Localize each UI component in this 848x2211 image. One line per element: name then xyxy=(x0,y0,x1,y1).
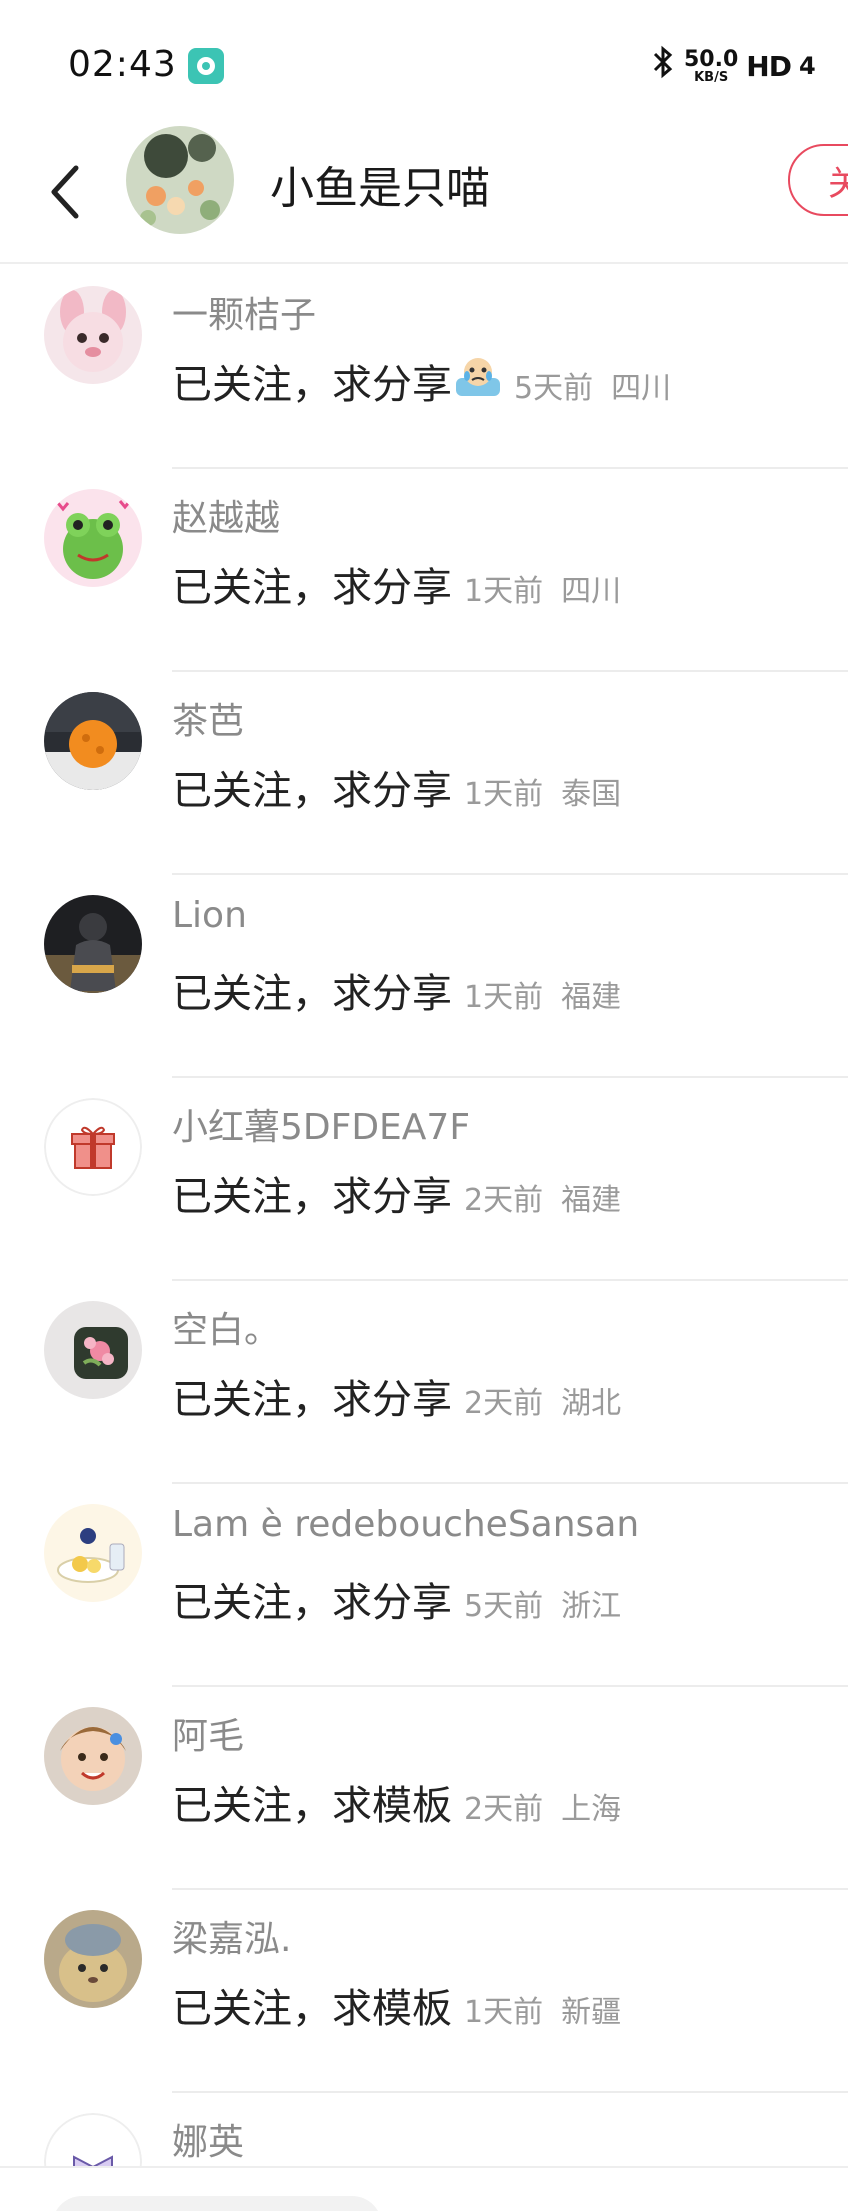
comment-time: 2天前 xyxy=(464,1386,544,1421)
username[interactable]: Lam è redeboucheSansan xyxy=(172,1504,639,1545)
hd-badge: HD xyxy=(746,49,792,83)
signal-indicator: 4 xyxy=(798,52,816,80)
comment-body: 已关注，求模板 1天前 新疆 xyxy=(172,1976,621,2034)
comment-text: 已关注，求分享 xyxy=(172,362,452,408)
comment-item[interactable]: Lam è redeboucheSansan 已关注，求分享 5天前 浙江 xyxy=(0,1484,848,1687)
comment-text: 已关注，求模板 xyxy=(172,1986,452,2032)
username[interactable]: Lion xyxy=(172,895,247,936)
page-title: 小鱼是只喵 xyxy=(270,163,490,214)
user-avatar[interactable] xyxy=(44,1504,142,1602)
username[interactable]: 娜英 xyxy=(172,2113,244,2165)
comment-region: 泰国 xyxy=(561,777,622,812)
comment-item[interactable]: 小红薯5DFDEA7F 已关注，求分享 2天前 福建 xyxy=(0,1078,848,1281)
comment-text: 已关注，求分享 xyxy=(172,768,452,814)
comment-body: 已关注，求分享 1天前 泰国 xyxy=(172,758,621,816)
follow-button[interactable]: 关 xyxy=(788,144,848,216)
comment-region: 四川 xyxy=(561,574,622,609)
comment-region: 湖北 xyxy=(561,1386,622,1421)
comment-region: 新疆 xyxy=(561,1995,622,2030)
comment-item[interactable]: 一颗桔子 已关注，求分享 5天前 四川 xyxy=(0,266,848,469)
username[interactable]: 一颗桔子 xyxy=(172,286,316,338)
user-avatar[interactable] xyxy=(44,895,142,993)
user-avatar[interactable] xyxy=(44,692,142,790)
comment-list: 一颗桔子 已关注，求分享 5天前 四川 赵越越 已关注，求分享 1天前 四川 茶… xyxy=(0,266,848,2211)
comment-body: 已关注，求分享 5天前 浙江 xyxy=(172,1570,621,1628)
comment-text: 已关注，求分享 xyxy=(172,971,452,1017)
crying-emoji-icon xyxy=(454,354,502,398)
username[interactable]: 赵越越 xyxy=(172,489,280,541)
music-app-icon xyxy=(188,48,224,84)
comment-item[interactable]: 茶芭 已关注，求分享 1天前 泰国 xyxy=(0,672,848,875)
comment-item[interactable]: 空白。 已关注，求分享 2天前 湖北 xyxy=(0,1281,848,1484)
user-avatar[interactable] xyxy=(44,1098,142,1196)
comment-time: 1天前 xyxy=(464,980,544,1015)
username[interactable]: 空白。 xyxy=(172,1301,280,1353)
comment-region: 福建 xyxy=(561,980,622,1015)
comment-text: 已关注，求分享 xyxy=(172,1174,452,1220)
header: 小鱼是只喵 关 xyxy=(0,120,848,264)
user-avatar[interactable] xyxy=(44,1301,142,1399)
follow-button-label: 关 xyxy=(828,163,848,204)
back-button[interactable] xyxy=(36,150,96,234)
comment-body: 已关注，求分享 5天前 四川 xyxy=(172,352,671,410)
status-bar: 02:43 50.0 KB/S HD 4 xyxy=(0,0,848,120)
user-avatar[interactable] xyxy=(44,1910,142,2008)
comment-text: 已关注，求分享 xyxy=(172,1580,452,1626)
status-time: 02:43 xyxy=(68,44,177,85)
comment-region: 福建 xyxy=(561,1183,622,1218)
network-speed-unit: KB/S xyxy=(694,69,729,85)
comment-text: 已关注，求模板 xyxy=(172,1783,452,1829)
comment-time: 1天前 xyxy=(464,574,544,609)
comment-item[interactable]: 梁嘉泓. 已关注，求模板 1天前 新疆 xyxy=(0,1890,848,2093)
comment-body: 已关注，求分享 2天前 湖北 xyxy=(172,1367,621,1425)
comment-region: 上海 xyxy=(561,1792,622,1827)
user-avatar[interactable] xyxy=(44,286,142,384)
network-speed: 50.0 KB/S xyxy=(684,46,739,85)
bluetooth-icon xyxy=(652,45,676,87)
user-avatar[interactable] xyxy=(44,1707,142,1805)
chevron-left-icon xyxy=(51,165,79,219)
comment-item[interactable]: 阿毛 已关注，求模板 2天前 上海 xyxy=(0,1687,848,1890)
comment-region: 浙江 xyxy=(561,1589,622,1624)
comment-body: 已关注，求分享 2天前 福建 xyxy=(172,1164,621,1222)
username[interactable]: 阿毛 xyxy=(172,1707,244,1759)
comment-body: 已关注，求分享 1天前 福建 xyxy=(172,961,621,1019)
bottom-bar xyxy=(0,2166,848,2211)
status-indicators: 50.0 KB/S HD 4 xyxy=(652,45,816,87)
author-avatar[interactable] xyxy=(126,126,234,234)
comment-time: 1天前 xyxy=(464,1995,544,2030)
comment-time: 2天前 xyxy=(464,1792,544,1827)
comment-item[interactable]: Lion 已关注，求分享 1天前 福建 xyxy=(0,875,848,1078)
comment-body: 已关注，求模板 2天前 上海 xyxy=(172,1773,621,1831)
username[interactable]: 茶芭 xyxy=(172,692,244,744)
network-speed-value: 50.0 xyxy=(684,46,739,72)
comment-item[interactable]: 赵越越 已关注，求分享 1天前 四川 xyxy=(0,469,848,672)
username[interactable]: 梁嘉泓. xyxy=(172,1910,291,1962)
comment-text: 已关注，求分享 xyxy=(172,565,452,611)
comment-time: 1天前 xyxy=(464,777,544,812)
comment-text: 已关注，求分享 xyxy=(172,1377,452,1423)
username[interactable]: 小红薯5DFDEA7F xyxy=(172,1098,470,1150)
comment-time: 5天前 xyxy=(464,1589,544,1624)
comment-region: 四川 xyxy=(611,371,672,406)
comment-time: 5天前 xyxy=(514,371,594,406)
comment-page: 02:43 50.0 KB/S HD 4 小鱼是只喵 关 一颗桔子 已关注，求分… xyxy=(0,0,848,2211)
comment-body: 已关注，求分享 1天前 四川 xyxy=(172,555,621,613)
comment-input[interactable] xyxy=(52,2196,382,2211)
comment-time: 2天前 xyxy=(464,1183,544,1218)
user-avatar[interactable] xyxy=(44,489,142,587)
